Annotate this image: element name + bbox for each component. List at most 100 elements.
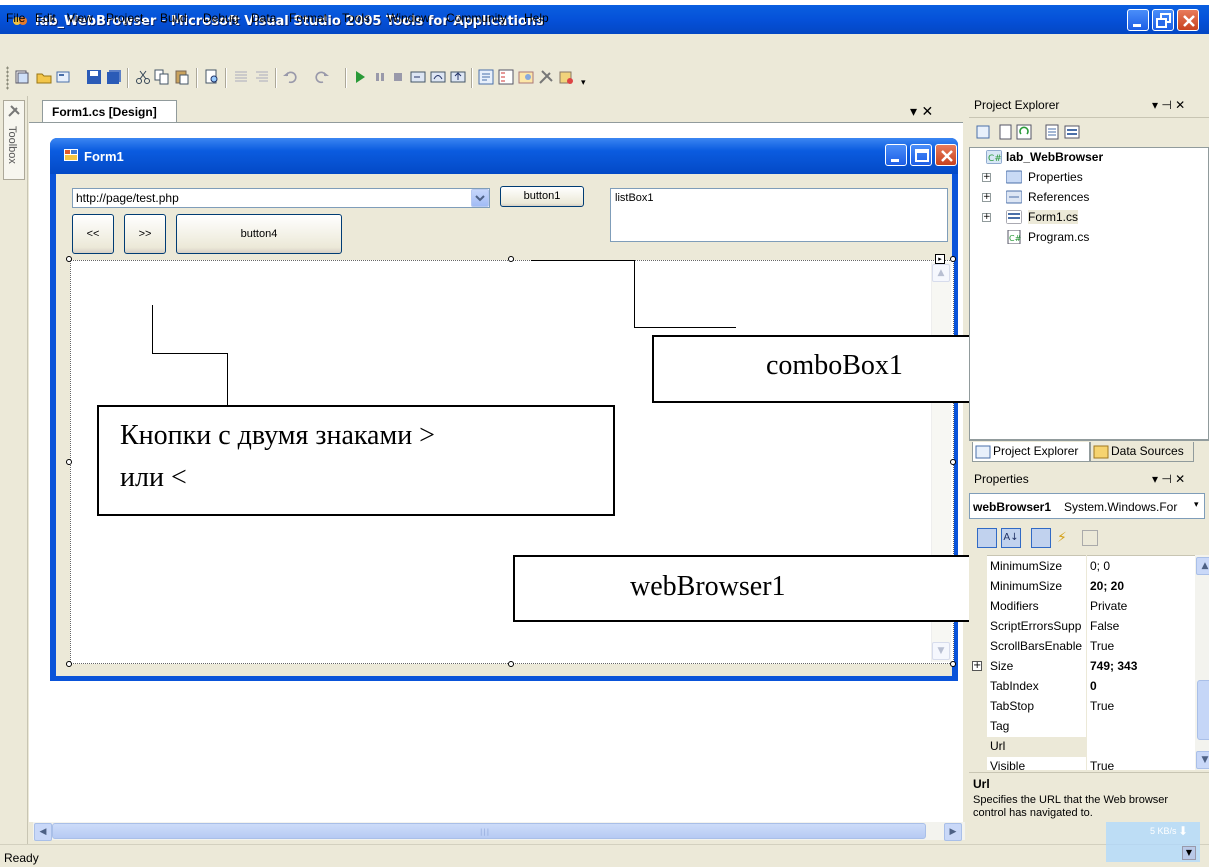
tree-item-project[interactable]: lab_WebBrowser	[1006, 150, 1103, 164]
property-name[interactable]: Visible	[990, 759, 1086, 770]
find-icon[interactable]	[204, 69, 220, 85]
step-into-icon[interactable]	[410, 69, 426, 85]
categorized-icon[interactable]	[977, 528, 997, 548]
property-value[interactable]: 0	[1090, 679, 1190, 693]
stop-icon[interactable]	[390, 69, 406, 85]
form-close-button[interactable]	[935, 144, 957, 166]
view-code-file-icon[interactable]	[1044, 124, 1060, 140]
property-value[interactable]: False	[1090, 619, 1190, 633]
resize-handle[interactable]	[66, 256, 72, 262]
minimize-button[interactable]	[1127, 9, 1149, 31]
expand-icon[interactable]: +	[982, 213, 991, 222]
tree-item-program[interactable]: Program.cs	[1028, 230, 1089, 244]
menu-format[interactable]: Format	[289, 11, 327, 25]
properties-view-icon[interactable]	[1031, 528, 1051, 548]
panel-pin-close-icon[interactable]: ▾ ⊣ ✕	[1152, 98, 1185, 112]
property-name[interactable]: Modifiers	[990, 599, 1086, 613]
save-all-icon[interactable]	[106, 69, 122, 85]
scroll-down-icon[interactable]: ▼	[932, 642, 950, 660]
combobox1-dropdown-button[interactable]	[471, 189, 489, 207]
uncomment-icon[interactable]	[254, 69, 270, 85]
panel-pin-close-icon[interactable]: ▾ ⊣ ✕	[1152, 472, 1185, 486]
property-value[interactable]: True	[1090, 699, 1190, 713]
property-value[interactable]: 749; 343	[1090, 659, 1190, 673]
undo-icon[interactable]	[282, 69, 298, 85]
resize-handle[interactable]	[950, 661, 956, 667]
menu-data[interactable]: Data	[251, 11, 276, 25]
solution-explorer-icon[interactable]	[478, 69, 494, 85]
toolbar-overflow-icon[interactable]: ▾	[581, 78, 586, 88]
document-close-icon[interactable]: ▾ ✕	[910, 104, 933, 120]
back-button[interactable]: <<	[72, 214, 114, 254]
property-grid-divider[interactable]	[1086, 555, 1087, 770]
menu-build[interactable]: Build	[160, 11, 187, 25]
property-value[interactable]: True	[1090, 639, 1190, 653]
property-name[interactable]: Tag	[990, 719, 1086, 733]
menu-help[interactable]: Help	[524, 11, 549, 25]
copy-icon[interactable]	[154, 69, 170, 85]
step-out-icon[interactable]	[450, 69, 466, 85]
paste-icon[interactable]	[174, 69, 190, 85]
menu-window[interactable]: Window	[387, 11, 430, 25]
new-project-icon[interactable]	[14, 69, 30, 85]
expand-icon[interactable]: +	[982, 193, 991, 202]
properties-window-icon[interactable]	[498, 69, 514, 85]
chevron-down-icon[interactable]: ▾	[1194, 500, 1199, 510]
expand-icon[interactable]: +	[972, 661, 982, 671]
scroll-down-icon[interactable]: ▼	[1196, 751, 1209, 769]
resize-handle[interactable]	[508, 661, 514, 667]
property-name[interactable]: ScrollBarsEnable	[990, 639, 1086, 653]
alphabetical-icon[interactable]: A↓	[1001, 528, 1021, 548]
forward-button[interactable]: >>	[124, 214, 166, 254]
listbox1[interactable]	[610, 188, 948, 242]
property-pages-icon[interactable]	[1082, 530, 1098, 546]
resize-handle[interactable]	[508, 256, 514, 262]
resize-handle[interactable]	[66, 459, 72, 465]
property-name[interactable]: MinimumSize	[990, 559, 1086, 573]
scroll-left-icon[interactable]: ◀	[34, 823, 52, 841]
comment-icon[interactable]	[233, 69, 249, 85]
resize-handle[interactable]	[950, 459, 956, 465]
events-icon[interactable]: ⚡	[1057, 530, 1067, 546]
menu-debug[interactable]: Debug	[203, 11, 238, 25]
start-debugging-icon[interactable]	[352, 69, 368, 85]
step-over-icon[interactable]	[430, 69, 446, 85]
menu-file[interactable]: File	[6, 11, 25, 25]
redo-icon[interactable]	[314, 69, 330, 85]
chevron-down-icon[interactable]: ▼	[1182, 846, 1196, 860]
resize-handle[interactable]	[66, 661, 72, 667]
smart-tag-icon[interactable]: ▸	[935, 254, 945, 264]
property-value[interactable]: 20; 20	[1090, 579, 1190, 593]
open-folder-icon[interactable]	[36, 69, 52, 85]
menu-view[interactable]: View	[67, 11, 93, 25]
property-name-selected[interactable]: Url	[990, 739, 1086, 753]
view-designer-icon[interactable]	[1064, 124, 1080, 140]
button4[interactable]: button4	[176, 214, 342, 254]
property-name[interactable]: Size	[990, 659, 1086, 673]
save-icon[interactable]	[86, 69, 102, 85]
menu-edit[interactable]: Edit	[35, 11, 56, 25]
toolbox-tools-icon[interactable]	[538, 69, 554, 85]
property-name[interactable]: ScriptErrorsSupp	[990, 619, 1086, 633]
property-value[interactable]: True	[1090, 759, 1190, 770]
menu-community[interactable]: Community	[446, 11, 507, 25]
add-item-icon[interactable]	[56, 69, 72, 85]
property-name[interactable]: MinimumSize	[990, 579, 1086, 593]
form-maximize-button[interactable]	[910, 144, 932, 166]
extensions-icon[interactable]	[558, 69, 574, 85]
property-name[interactable]: TabIndex	[990, 679, 1086, 693]
form1-title-bar[interactable]	[50, 138, 958, 174]
restore-button[interactable]	[1152, 9, 1174, 31]
resize-handle[interactable]	[950, 256, 956, 262]
scroll-up-icon[interactable]: ▲	[932, 264, 950, 282]
property-name[interactable]: TabStop	[990, 699, 1086, 713]
menu-project[interactable]: Project	[106, 11, 143, 25]
tree-item-references[interactable]: References	[1028, 190, 1089, 204]
properties-icon[interactable]	[998, 124, 1014, 140]
toolbar-grip[interactable]	[6, 66, 9, 90]
expand-icon[interactable]: +	[982, 173, 991, 182]
form-minimize-button[interactable]	[885, 144, 907, 166]
menu-tools[interactable]: Tools	[342, 11, 370, 25]
tree-item-form1[interactable]: Form1.cs	[1028, 210, 1079, 224]
object-browser-icon[interactable]	[518, 69, 534, 85]
